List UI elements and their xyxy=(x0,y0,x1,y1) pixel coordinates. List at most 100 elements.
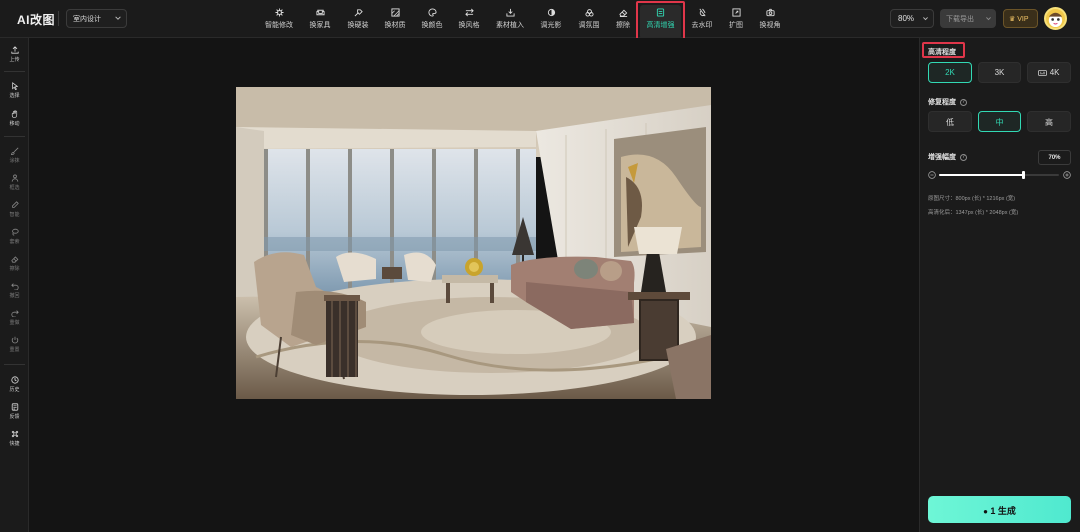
left-tool-label: 框选 xyxy=(9,185,20,191)
left-tool-shortcut[interactable]: 快捷 xyxy=(0,430,29,447)
tool-smart-edit[interactable]: 智能修改 xyxy=(262,6,296,32)
left-tool-reset[interactable]: 重置 xyxy=(0,336,29,353)
tool-atmosphere[interactable]: 调氛围 xyxy=(575,6,603,32)
left-tool-lasso[interactable]: 套索 xyxy=(0,228,29,245)
avatar[interactable] xyxy=(1044,7,1067,30)
tool-label: 换材质 xyxy=(384,22,406,29)
repair-option-high[interactable]: 高 xyxy=(1027,111,1071,132)
repair-title-label: 修复程度 xyxy=(928,99,956,106)
upload-icon xyxy=(10,46,19,54)
tool-change-view[interactable]: 换视角 xyxy=(756,6,784,32)
command-icon xyxy=(11,430,18,438)
import-icon xyxy=(505,8,515,17)
enhance-slider-fill xyxy=(939,174,1023,176)
enhance-title: 增强幅度 ? xyxy=(928,152,967,162)
left-tool-undo[interactable]: 撤回 xyxy=(0,282,29,299)
clarity-option-4k[interactable]: 4K xyxy=(1027,62,1071,83)
tool-hard-decor[interactable]: 换硬装 xyxy=(344,6,372,32)
watermark-icon xyxy=(698,8,706,17)
scene-select[interactable]: 室内设计 xyxy=(66,9,127,28)
enhance-slider-thumb[interactable] xyxy=(1022,171,1025,179)
left-tool-label: 历史 xyxy=(9,387,20,393)
info-icon[interactable]: ? xyxy=(959,98,967,106)
redo-icon xyxy=(10,310,19,317)
repair-option-low[interactable]: 低 xyxy=(928,111,972,132)
divider xyxy=(4,364,25,365)
repair-option-medium[interactable]: 中 xyxy=(978,111,1021,132)
left-tool-redo[interactable]: 重做 xyxy=(0,309,29,326)
tool-furniture[interactable]: 换家具 xyxy=(306,6,334,32)
left-tool-erase[interactable]: 擦除 xyxy=(0,255,29,272)
clarity-option-label: 4K xyxy=(1049,68,1060,77)
reset-icon xyxy=(11,336,18,344)
crown-icon: ♛ xyxy=(1009,16,1016,23)
chevron-down-icon xyxy=(986,17,991,21)
light-icon xyxy=(547,8,555,17)
info-icon[interactable]: ? xyxy=(959,153,967,161)
tool-label: 换视角 xyxy=(759,22,781,29)
tool-label: 扩图 xyxy=(729,22,743,29)
left-tool-feedback[interactable]: 反馈 xyxy=(0,403,29,420)
living-room-photo xyxy=(236,87,711,399)
tool-label: 去水印 xyxy=(691,22,713,29)
tool-light[interactable]: 调光影 xyxy=(537,6,565,32)
clarity-option-3k[interactable]: 3K xyxy=(978,62,1021,83)
feedback-icon xyxy=(11,403,18,411)
generate-button[interactable]: ● 1 生成 xyxy=(928,496,1071,523)
enhance-value: 70% xyxy=(1048,155,1061,161)
tool-color[interactable]: 换颜色 xyxy=(418,6,446,32)
left-tool-select[interactable]: 选择 xyxy=(0,82,29,99)
left-tool-label: 选择 xyxy=(9,93,20,99)
tool-label: 换风格 xyxy=(458,22,480,29)
tool-label: 换硬装 xyxy=(347,22,369,29)
tool-style[interactable]: 换风格 xyxy=(455,6,483,32)
minus-icon[interactable] xyxy=(928,171,936,179)
drop-icon: ● xyxy=(983,507,988,516)
eraser-icon xyxy=(618,9,627,17)
plus-icon[interactable] xyxy=(1063,171,1071,179)
atmosphere-icon xyxy=(584,9,594,17)
divider xyxy=(4,71,25,72)
tool-expand[interactable]: 扩图 xyxy=(725,6,747,32)
left-tool-brush[interactable]: 涂抹 xyxy=(0,147,29,164)
undo-icon xyxy=(10,283,19,290)
repair-title: 修复程度 ? xyxy=(928,97,967,107)
left-tool-frame-select[interactable]: 框选 xyxy=(0,174,29,191)
zoom-select[interactable]: 80% xyxy=(890,9,934,28)
room-image[interactable] xyxy=(236,87,711,399)
pen-icon xyxy=(11,201,19,208)
left-tool-smart[interactable]: 智能 xyxy=(0,201,29,218)
left-tool-label: 擦除 xyxy=(9,266,20,272)
left-tool-label: 快捷 xyxy=(9,441,20,447)
left-tool-history[interactable]: 历史 xyxy=(0,376,29,393)
camera-icon xyxy=(765,8,775,17)
hd-size-text: 高清化后：1347px (长) * 2048px (宽) xyxy=(928,210,1019,216)
palette-icon xyxy=(427,8,437,17)
tool-remove-watermark[interactable]: 去水印 xyxy=(688,6,716,32)
left-tool-label: 重置 xyxy=(9,347,20,353)
gear-icon xyxy=(274,8,284,17)
vip-button[interactable]: ♛ VIP xyxy=(1003,9,1038,28)
enhance-slider[interactable] xyxy=(939,171,1059,179)
left-tool-label: 上传 xyxy=(9,57,20,63)
cursor-icon xyxy=(11,82,18,90)
left-tool-label: 移动 xyxy=(9,121,20,127)
export-button[interactable]: 下载导出 xyxy=(940,9,996,28)
repair-option-label: 高 xyxy=(1045,118,1053,127)
clarity-title-highlight xyxy=(922,42,965,58)
tool-label: 调光影 xyxy=(540,22,562,29)
avatar-illustration xyxy=(1048,12,1063,28)
swap-icon xyxy=(464,8,474,17)
zoom-value: 80% xyxy=(898,14,915,23)
tool-material-insert[interactable]: 素材植入 xyxy=(493,6,527,32)
tool-material[interactable]: 换材质 xyxy=(381,6,409,32)
logo-divider xyxy=(58,11,59,26)
hand-icon xyxy=(11,110,17,118)
left-tool-move[interactable]: 移动 xyxy=(0,110,29,127)
clarity-option-2k[interactable]: 2K xyxy=(928,62,972,83)
left-tool-upload[interactable]: 上传 xyxy=(0,46,29,63)
enhance-value-input[interactable]: 70% xyxy=(1038,150,1071,165)
tool-label: 换颜色 xyxy=(421,22,443,29)
tool-erase[interactable]: 擦除 xyxy=(612,6,634,32)
left-tool-label: 重做 xyxy=(9,320,20,326)
